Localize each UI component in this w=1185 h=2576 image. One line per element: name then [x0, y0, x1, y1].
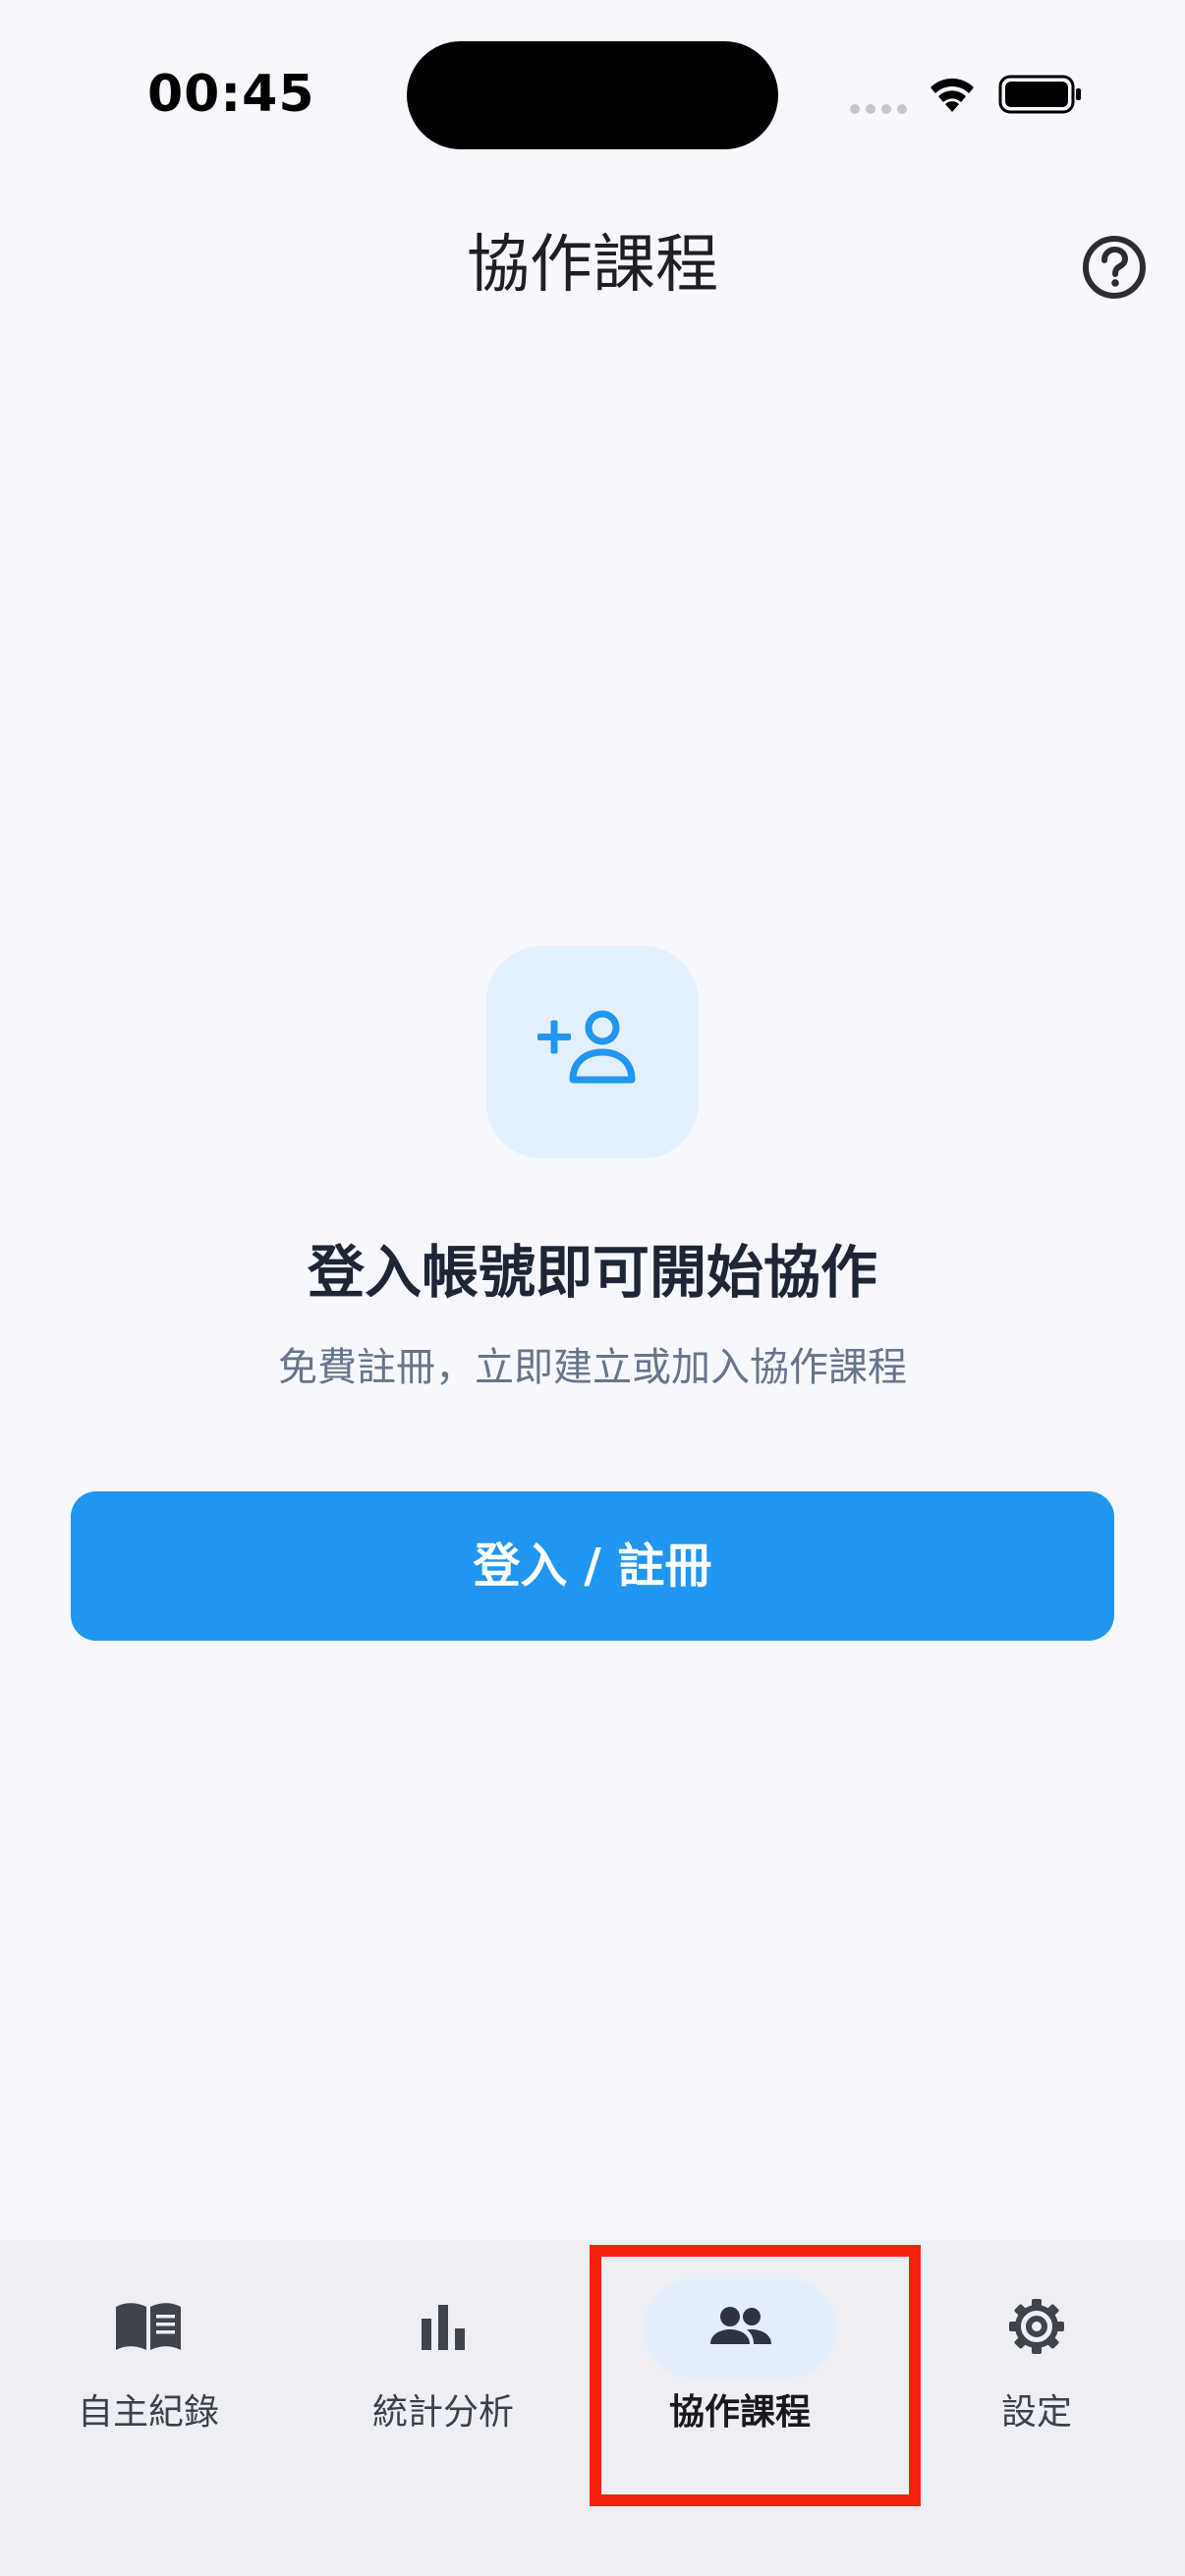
person-add-icon	[537, 1010, 636, 1084]
nav-item-statistics[interactable]: 統計分析	[295, 2240, 592, 2456]
nav-item-self-record[interactable]: 自主紀錄	[0, 2240, 297, 2456]
wifi-icon	[931, 78, 974, 112]
cellular-signal-icon	[850, 104, 907, 114]
empty-state-icon-container	[486, 946, 699, 1158]
nav-label: 設定	[1000, 2392, 1072, 2433]
bottom-nav: 自主紀錄 統計分析 協作課程 設定	[0, 2240, 1185, 2576]
nav-icon-container	[644, 2279, 836, 2378]
nav-label: 協作課程	[668, 2392, 811, 2433]
nav-icon-container	[52, 2279, 245, 2378]
status-bar: 00:45	[0, 0, 1185, 187]
nav-icon-container	[940, 2279, 1133, 2378]
nav-item-settings[interactable]: 設定	[888, 2240, 1185, 2456]
nav-icon-container	[347, 2279, 539, 2378]
empty-state-subtitle: 免費註冊，立即建立或加入協作課程	[278, 1345, 907, 1390]
help-circle-icon	[1083, 236, 1146, 299]
login-register-button[interactable]: 登入 / 註冊	[71, 1491, 1114, 1641]
people-icon	[710, 2307, 771, 2344]
help-button[interactable]	[1079, 232, 1150, 303]
status-time: 00:45	[147, 65, 315, 124]
gear-icon	[1009, 2299, 1064, 2354]
nav-item-collab-courses[interactable]: 協作課程	[592, 2240, 888, 2456]
dynamic-island	[407, 41, 778, 149]
book-icon	[116, 2303, 181, 2350]
bar-chart-icon	[422, 2305, 465, 2350]
empty-state-title: 登入帳號即可開始協作	[307, 1239, 877, 1306]
nav-label: 統計分析	[371, 2392, 514, 2433]
battery-icon	[998, 75, 1081, 114]
page-title: 協作課程	[467, 229, 718, 302]
nav-label: 自主紀錄	[77, 2392, 219, 2433]
